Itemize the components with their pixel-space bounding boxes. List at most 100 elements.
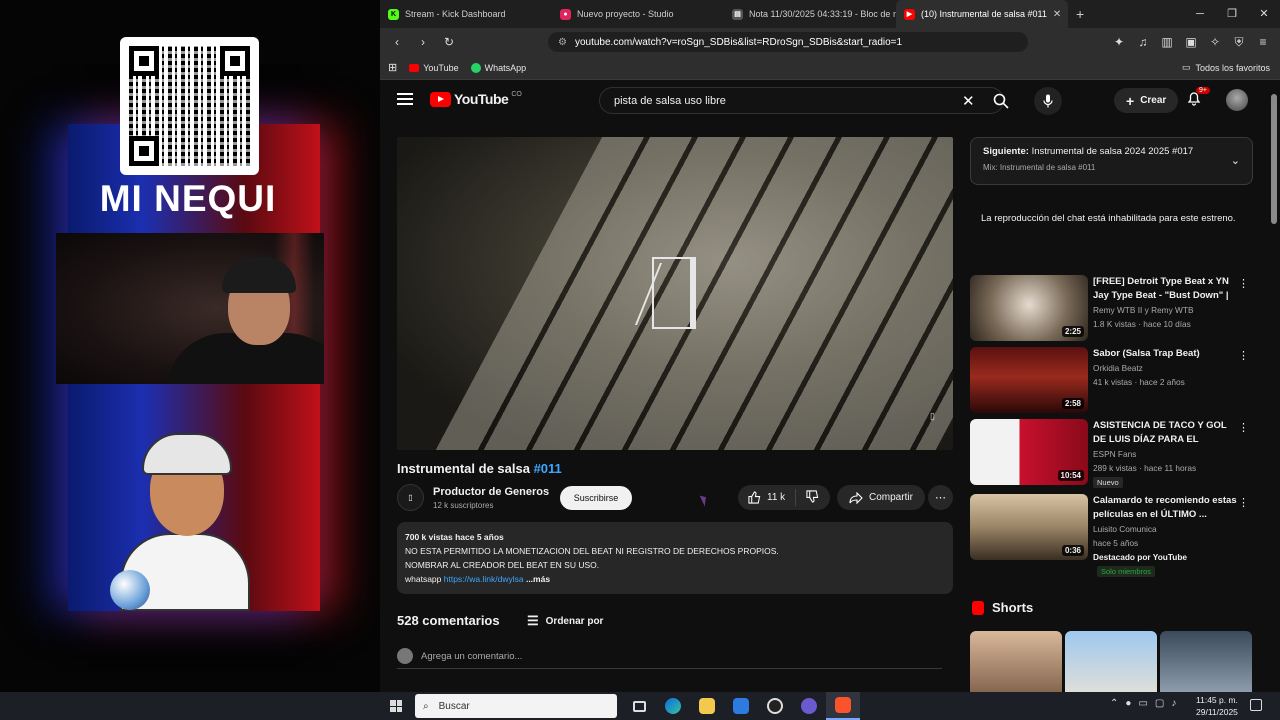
channel-name[interactable]: Luisito Comunica: [1093, 524, 1157, 534]
video-title[interactable]: [FREE] Detroit Type Beat x YN Jay Type B…: [1093, 275, 1239, 303]
notification-center-icon[interactable]: [1250, 699, 1262, 711]
scrollbar-thumb[interactable]: [1271, 94, 1277, 224]
clock[interactable]: 11:45 p. m. 29/11/2025: [1196, 694, 1238, 718]
file-explorer-icon[interactable]: [690, 692, 724, 720]
more-options-icon[interactable]: ⋮: [1238, 349, 1249, 362]
search-input[interactable]: pista de salsa uso libre: [599, 87, 1004, 114]
brave-icon[interactable]: [826, 692, 860, 720]
like-button[interactable]: 11 k: [738, 489, 797, 506]
up-next-box[interactable]: Siguiente: Instrumental de salsa 2024 20…: [970, 137, 1253, 185]
sort-comments-button[interactable]: ☰ Ordenar por: [527, 613, 603, 629]
whatsapp-link[interactable]: https://wa.link/dwylsa: [444, 574, 524, 584]
channel-name[interactable]: Productor de Generos: [433, 486, 549, 498]
tab-kick[interactable]: K Stream - Kick Dashboard: [380, 0, 552, 28]
youtube-page: YouTube CO pista de salsa uso libre ✕ + …: [380, 80, 1268, 692]
hamburger-menu-icon[interactable]: [397, 93, 413, 105]
all-favorites[interactable]: ▭ Todos los favoritos: [1182, 62, 1270, 73]
windows-start-icon[interactable]: [390, 700, 402, 712]
edge-icon[interactable]: [656, 692, 690, 720]
chevron-down-icon[interactable]: ⌄: [1231, 154, 1240, 167]
site-info-icon[interactable]: ⚙: [558, 37, 567, 48]
mic-tray-icon[interactable]: ●: [1125, 698, 1131, 709]
subscribe-button[interactable]: Suscribirse: [560, 486, 632, 510]
account-avatar[interactable]: [1226, 89, 1248, 111]
close-window-button[interactable]: ✕: [1248, 0, 1280, 28]
reload-button[interactable]: ↻: [440, 33, 458, 51]
tab-notepad[interactable]: ▤ Nota 11/30/2025 04:33:19 - Bloc de not…: [724, 0, 896, 28]
new-tab-button[interactable]: +: [1076, 6, 1084, 22]
video-hashtag[interactable]: #011: [534, 461, 562, 476]
share-button[interactable]: Compartir: [837, 485, 925, 510]
add-comment-field[interactable]: Agrega un comentario...: [397, 648, 942, 669]
search-button[interactable]: [983, 87, 1019, 114]
recommended-video[interactable]: 2:25 [FREE] Detroit Type Beat x YN Jay T…: [970, 275, 1255, 343]
close-tab-icon[interactable]: ✕: [1053, 9, 1061, 20]
network-icon[interactable]: ▭: [1138, 698, 1147, 709]
channel-name[interactable]: Orkidia Beatz: [1093, 363, 1143, 373]
display-icon[interactable]: ▢: [1155, 698, 1164, 709]
video-thumbnail[interactable]: 2:25: [970, 275, 1088, 341]
shield-icon[interactable]: ⛨: [1230, 33, 1248, 51]
taskbar-search[interactable]: ⌕ Buscar: [415, 694, 617, 718]
menu-icon[interactable]: ≡: [1254, 33, 1272, 51]
short-thumbnail[interactable]: [1065, 631, 1157, 692]
page-scrollbar[interactable]: [1268, 80, 1280, 692]
user-avatar: [397, 648, 413, 664]
wallet-icon[interactable]: ▣: [1182, 33, 1200, 51]
clear-search-icon[interactable]: ✕: [962, 92, 975, 110]
video-description[interactable]: 700 k vistas hace 5 años NO ESTA PERMITI…: [397, 522, 953, 594]
obs-icon[interactable]: [758, 692, 792, 720]
recommended-video[interactable]: 0:36 Calamardo te recomiendo estas pelíc…: [970, 494, 1255, 580]
mix-name: Mix: Instrumental de salsa #011: [983, 163, 1096, 172]
recommended-video[interactable]: 2:58 Sabor (Salsa Trap Beat) Orkidia Bea…: [970, 347, 1255, 415]
short-thumbnail[interactable]: [970, 631, 1062, 692]
volume-icon[interactable]: ♪: [1171, 698, 1176, 709]
video-player[interactable]: ▯: [397, 137, 953, 450]
channel-avatar[interactable]: ▯: [397, 484, 424, 511]
video-thumbnail[interactable]: 0:36: [970, 494, 1088, 560]
discord-icon[interactable]: [792, 692, 826, 720]
sidebar-icon[interactable]: ▥: [1158, 33, 1176, 51]
more-options-icon[interactable]: ⋮: [1238, 421, 1249, 434]
extensions-icon[interactable]: ✦: [1110, 33, 1128, 51]
back-button[interactable]: ‹: [388, 33, 406, 51]
channel-name[interactable]: Remy WTB II y Remy WTB: [1093, 305, 1193, 315]
windows-taskbar: ⌕ Buscar ⌃ ● ▭ ▢ ♪ 11:45 p. m. 29/11/202…: [0, 692, 1280, 720]
task-view-icon[interactable]: [622, 692, 656, 720]
folder-icon: ▭: [1181, 62, 1191, 72]
minimize-button[interactable]: ─: [1184, 0, 1216, 28]
short-thumbnail[interactable]: [1160, 631, 1252, 692]
voice-search-button[interactable]: [1034, 87, 1062, 115]
address-bar[interactable]: ⚙ youtube.com/watch?v=roSgn_SDBis&list=R…: [548, 32, 1028, 52]
notifications-button[interactable]: 9+: [1186, 87, 1210, 111]
bookmark-youtube[interactable]: YouTube: [409, 63, 459, 73]
channel-name[interactable]: ESPN Fans: [1093, 449, 1136, 459]
tab-youtube[interactable]: ▶ (10) Instrumental de salsa #011 ✕: [896, 0, 1068, 28]
forward-button[interactable]: ›: [414, 33, 432, 51]
restore-button[interactable]: ❐: [1216, 0, 1248, 28]
create-button[interactable]: + Crear: [1114, 88, 1179, 113]
apps-icon[interactable]: ⊞: [388, 61, 397, 74]
bookmark-whatsapp[interactable]: WhatsApp: [470, 62, 526, 73]
all-favorites-label: Todos los favoritos: [1195, 62, 1270, 73]
video-thumbnail[interactable]: 2:58: [970, 347, 1088, 413]
youtube-logo[interactable]: YouTube CO: [430, 91, 522, 107]
music-icon[interactable]: ♫: [1134, 33, 1152, 51]
video-title[interactable]: ASISTENCIA DE TACO Y GOL DE LUIS DÍAZ PA…: [1093, 419, 1239, 447]
dislike-button[interactable]: [796, 489, 829, 506]
recommended-video[interactable]: 10:54 ASISTENCIA DE TACO Y GOL DE LUIS D…: [970, 419, 1255, 488]
more-options-icon[interactable]: ⋮: [1238, 496, 1249, 509]
chevron-up-icon[interactable]: ⌃: [1110, 698, 1118, 709]
show-more-link[interactable]: ...más: [524, 574, 550, 584]
more-options-icon[interactable]: ⋮: [1238, 277, 1249, 290]
video-title[interactable]: Calamardo te recomiendo estas películas …: [1093, 494, 1239, 522]
taskbar-search-label: Buscar: [438, 700, 470, 712]
video-thumbnail[interactable]: 10:54: [970, 419, 1088, 485]
tab-studio[interactable]: ● Nuevo proyecto - Studio: [552, 0, 724, 28]
chat-disabled-note: La reproducción del chat está inhabilita…: [981, 213, 1236, 224]
youtube-play-icon: [430, 91, 451, 107]
more-actions-button[interactable]: ⋯: [928, 485, 953, 510]
store-icon[interactable]: [724, 692, 758, 720]
video-title[interactable]: Sabor (Salsa Trap Beat): [1093, 347, 1239, 361]
leo-icon[interactable]: ✧: [1206, 33, 1224, 51]
